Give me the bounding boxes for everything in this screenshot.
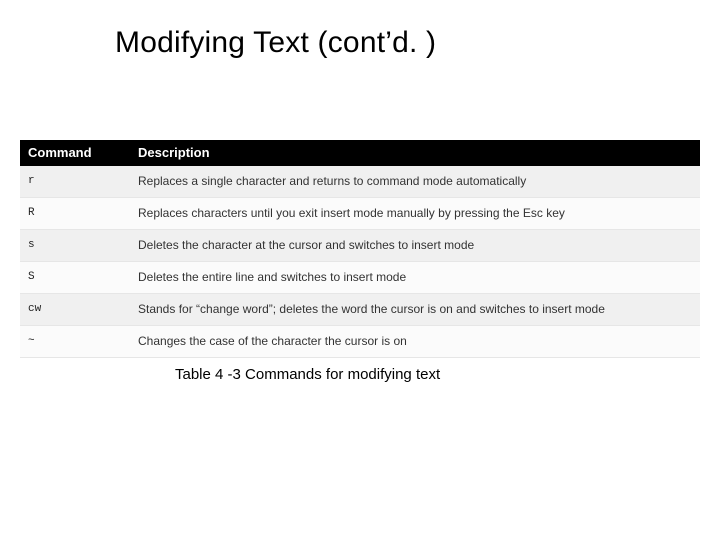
table-row: cw Stands for “change word”; deletes the…: [20, 294, 700, 326]
cell-description: Replaces characters until you exit inser…: [130, 198, 700, 230]
cell-command: S: [20, 262, 130, 294]
commands-table-wrap: Command Description r Replaces a single …: [20, 140, 700, 383]
commands-table: Command Description r Replaces a single …: [20, 140, 700, 358]
cell-command: R: [20, 198, 130, 230]
cell-description: Stands for “change word”; deletes the wo…: [130, 294, 700, 326]
cell-command: ~: [20, 326, 130, 358]
cell-command: s: [20, 230, 130, 262]
cell-description: Deletes the character at the cursor and …: [130, 230, 700, 262]
table-row: r Replaces a single character and return…: [20, 166, 700, 198]
table-row: R Replaces characters until you exit ins…: [20, 198, 700, 230]
table-header-row: Command Description: [20, 140, 700, 166]
table-row: s Deletes the character at the cursor an…: [20, 230, 700, 262]
table-row: ~ Changes the case of the character the …: [20, 326, 700, 358]
cell-command: cw: [20, 294, 130, 326]
table-caption: Table 4 -3 Commands for modifying text: [175, 366, 700, 383]
cell-command: r: [20, 166, 130, 198]
slide: Modifying Text (cont’d. ) Command Descri…: [0, 0, 720, 540]
table-row: S Deletes the entire line and switches t…: [20, 262, 700, 294]
col-header-command: Command: [20, 140, 130, 166]
page-title: Modifying Text (cont’d. ): [115, 26, 720, 60]
cell-description: Replaces a single character and returns …: [130, 166, 700, 198]
cell-description: Deletes the entire line and switches to …: [130, 262, 700, 294]
cell-description: Changes the case of the character the cu…: [130, 326, 700, 358]
col-header-description: Description: [130, 140, 700, 166]
